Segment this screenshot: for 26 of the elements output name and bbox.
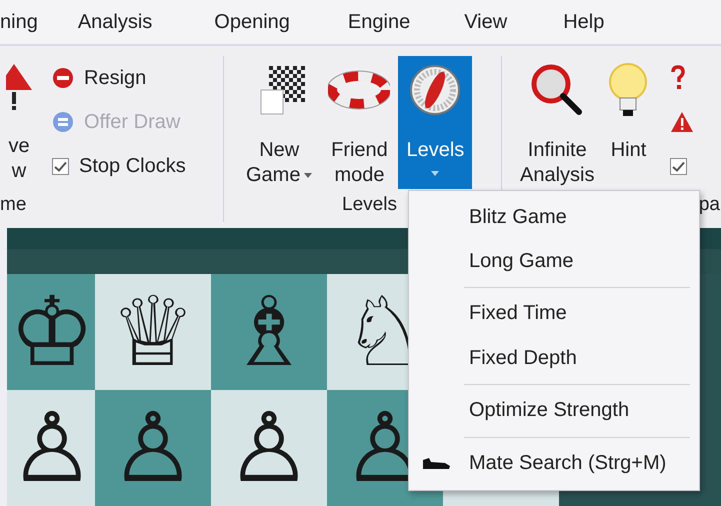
action-button[interactable]: Resign [52, 56, 186, 100]
question-icon [670, 65, 686, 91]
menu-item[interactable]: Blitz Game [409, 195, 699, 239]
draw-icon [52, 111, 74, 133]
menu-tab[interactable]: Help [563, 10, 604, 34]
menu-item[interactable]: Long Game [409, 239, 699, 283]
ribbon-button[interactable]: Hint [600, 56, 656, 189]
menu-tab[interactable]: Opening [214, 10, 290, 34]
warning-icon [670, 111, 694, 133]
resign-icon [52, 67, 74, 89]
checkbox[interactable] [52, 158, 69, 174]
ribbon-button[interactable]: Infinite Analysis [514, 56, 600, 189]
menu-tab[interactable]: Engine [348, 10, 410, 34]
ribbon-button[interactable]: ve w [0, 56, 38, 189]
ribbon-button[interactable]: Levels [398, 56, 472, 189]
group-label: me [0, 194, 26, 215]
menu-item[interactable]: Fixed Depth [409, 336, 699, 380]
checkbox[interactable] [670, 158, 688, 174]
group-label: Levels [342, 194, 397, 215]
menu-tab[interactable]: View [464, 10, 508, 34]
menu-tab[interactable]: ning [0, 10, 38, 34]
menu-tab[interactable]: Analysis [78, 10, 152, 34]
checkbox-label: Stop Clocks [79, 154, 186, 178]
group-label: pa [698, 194, 720, 215]
ribbon-button[interactable]: Friend mode [320, 56, 398, 189]
ribbon-button[interactable]: New Game [238, 56, 320, 189]
